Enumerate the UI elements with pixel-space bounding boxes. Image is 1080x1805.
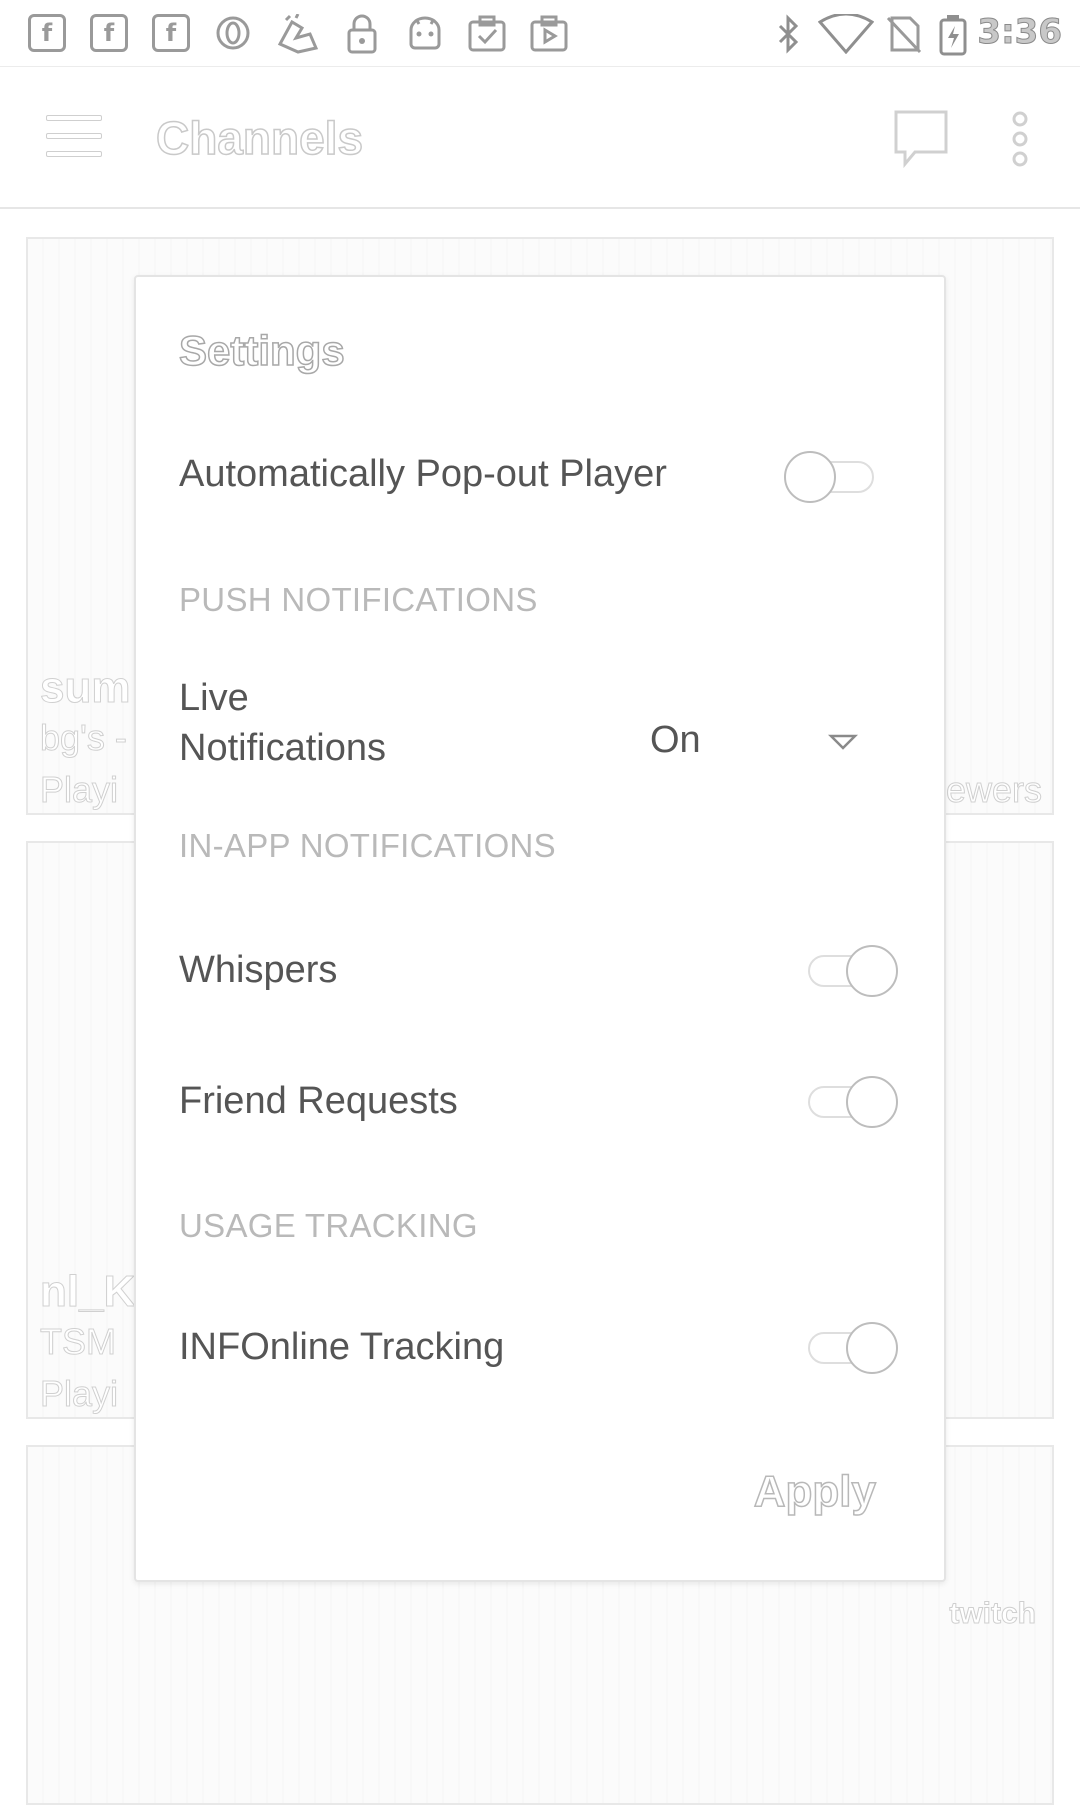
settings-dialog: Settings Automatically Pop-out Player PU… <box>134 275 946 1582</box>
friend-requests-toggle[interactable] <box>808 1074 898 1130</box>
lock-icon <box>343 14 381 54</box>
chevron-down-icon <box>827 733 859 751</box>
infonline-tracking-label: INFOnline Tracking <box>179 1326 505 1368</box>
clipboard-check-icon <box>466 14 506 52</box>
channel-viewers: ewers <box>945 769 1042 811</box>
more-vert-icon[interactable] <box>1004 111 1036 167</box>
in-app-notifications-header: IN-APP NOTIFICATIONS <box>179 827 556 864</box>
push-notifications-header: PUSH NOTIFICATIONS <box>179 581 538 618</box>
apply-button[interactable]: Apply <box>753 1466 877 1517</box>
channel-name: sum <box>39 663 131 713</box>
opera-icon <box>214 14 252 52</box>
infonline-tracking-toggle[interactable] <box>808 1320 898 1376</box>
live-notifications-dropdown[interactable]: On <box>650 697 912 787</box>
wifi-icon <box>817 12 875 55</box>
fandango-icon <box>276 13 319 54</box>
menu-icon[interactable] <box>46 115 102 157</box>
no-sim-icon <box>884 14 924 54</box>
facebook-icon: f <box>90 14 128 52</box>
twitch-logo: twitch <box>949 1597 1037 1631</box>
usage-tracking-header: USAGE TRACKING <box>179 1207 478 1244</box>
status-time: 3:36 <box>977 12 1063 53</box>
page-title: Channels <box>155 111 364 165</box>
whispers-toggle[interactable] <box>808 943 898 999</box>
bluetooth-icon <box>774 14 812 54</box>
channel-subtitle: bg's - <box>40 717 128 759</box>
whispers-label: Whispers <box>179 949 338 991</box>
channel-name: nl_K <box>39 1267 136 1317</box>
chat-icon[interactable] <box>893 109 949 169</box>
channel-status: Playi <box>39 769 119 811</box>
facebook-icon: f <box>28 14 66 52</box>
video-player-icon <box>528 14 568 52</box>
facebook-icon: f <box>152 14 190 52</box>
dialog-title: Settings <box>178 326 345 375</box>
popout-player-label: Automatically Pop-out Player <box>179 453 667 495</box>
battery-charging-icon <box>938 14 968 56</box>
dropdown-value: On <box>650 719 701 761</box>
status-bar: f f f 3:36 <box>0 0 1080 67</box>
android-icon <box>405 14 443 52</box>
app-bar: Channels <box>0 67 1080 209</box>
channel-status: Playi <box>39 1373 119 1415</box>
popout-player-toggle[interactable] <box>784 449 880 505</box>
friend-requests-label: Friend Requests <box>179 1080 458 1122</box>
channel-subtitle: TSM <box>40 1321 117 1363</box>
live-notifications-label: Live Notifications <box>179 677 386 769</box>
